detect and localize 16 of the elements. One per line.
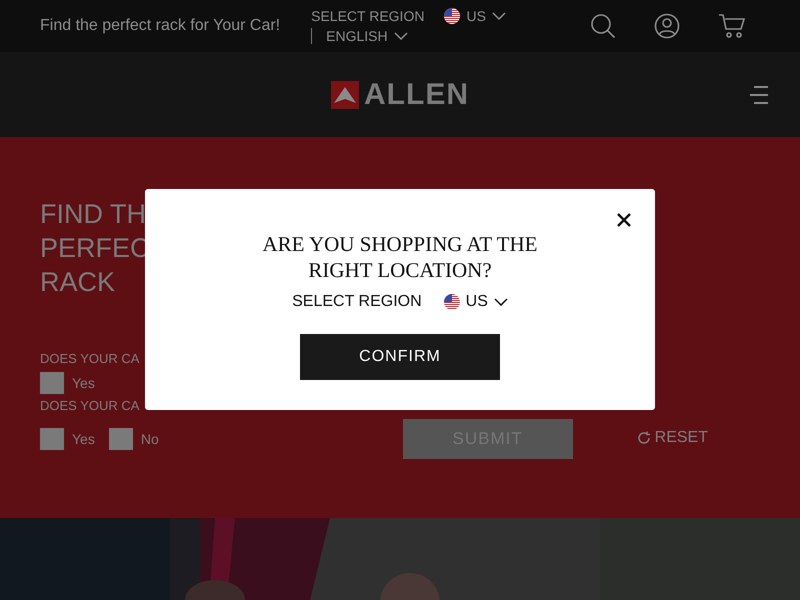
language-selector[interactable]: ENGLISH [326,28,388,44]
region-selector[interactable]: US [466,293,488,311]
region-label: SELECT REGION [292,293,422,311]
question-label: DOES YOUR CA [40,351,140,366]
finder-heading: FIND TH PERFEC RACK [40,198,150,299]
option-label: No [140,431,159,447]
confirm-button[interactable]: CONFIRM [300,334,500,380]
tagline: Find the perfect rack for Your Car! [40,17,280,35]
option-label: Yes [72,375,95,391]
question-label: DOES YOUR CA [40,398,140,413]
option-label: Yes [72,431,95,447]
region-label: SELECT REGION [311,8,424,24]
reset-button[interactable]: RESET [636,429,708,447]
region-selector[interactable]: US [466,8,486,24]
logo-text: ALLEN [364,78,469,112]
dialog-title: ARE YOU SHOPPING AT THE RIGHT LOCATION? [262,231,538,283]
